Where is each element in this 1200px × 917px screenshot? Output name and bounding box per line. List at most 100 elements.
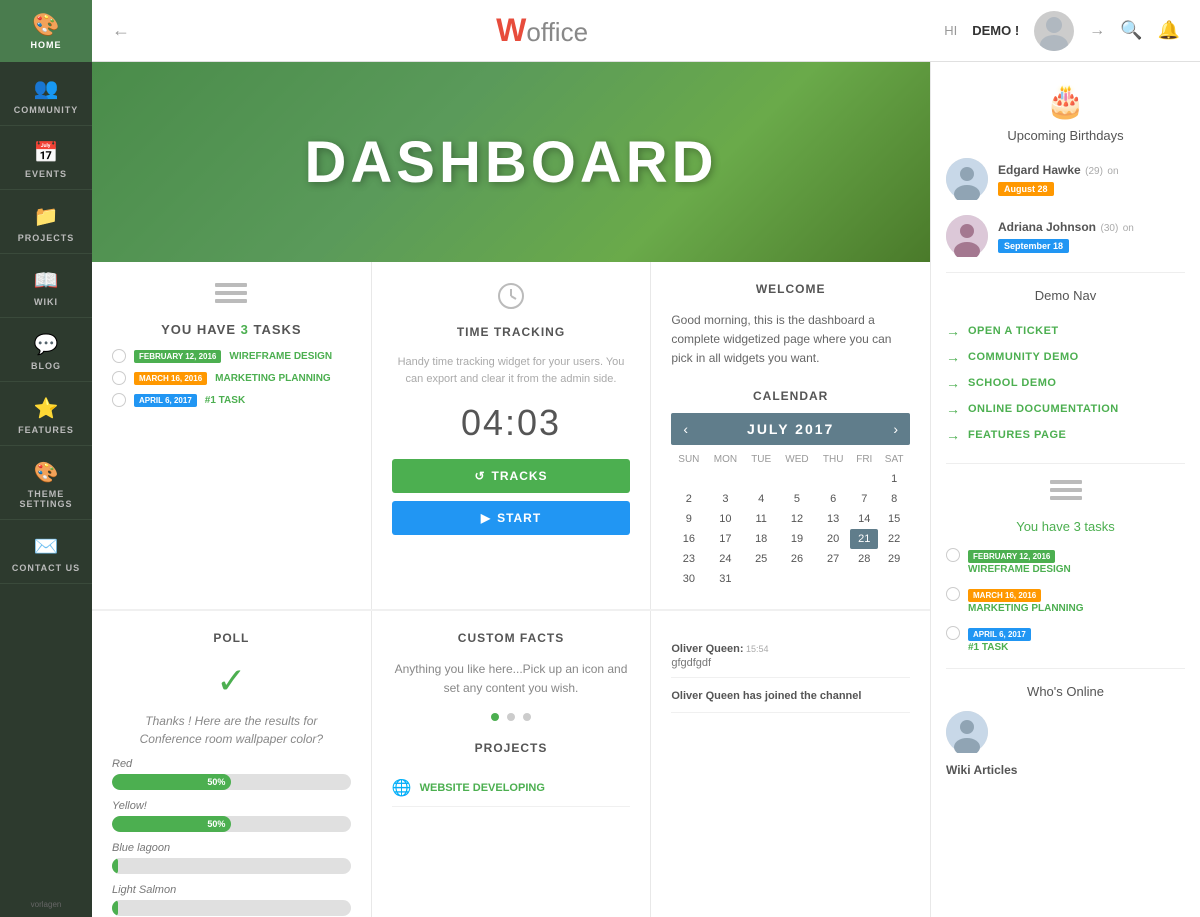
cal-day[interactable]: 30 bbox=[671, 569, 706, 589]
cal-day[interactable] bbox=[671, 469, 706, 489]
bell-icon[interactable]: 🔔 bbox=[1158, 20, 1180, 41]
nav-link-item[interactable]: →ONLINE DOCUMENTATION bbox=[946, 396, 1185, 422]
right-task-radio-3[interactable] bbox=[946, 626, 960, 640]
project-item-1[interactable]: 🌐 WEBSITE DEVELOPING bbox=[392, 770, 631, 807]
cal-day[interactable]: 19 bbox=[778, 529, 816, 549]
user-avatar[interactable] bbox=[1034, 11, 1074, 51]
cal-day[interactable]: 10 bbox=[706, 509, 744, 529]
cal-day[interactable] bbox=[850, 469, 878, 489]
cal-day[interactable] bbox=[744, 469, 777, 489]
tasks-widget: YOU HAVE 3 TASKS FEBRUARY 12, 2016 WIREF… bbox=[92, 262, 372, 609]
cal-day[interactable] bbox=[778, 569, 816, 589]
cal-day[interactable]: 14 bbox=[850, 509, 878, 529]
cal-day-wed: WED bbox=[778, 450, 816, 469]
task-badge-1: FEBRUARY 12, 2016 bbox=[134, 350, 221, 363]
header: ← Woffice HI DEMO ! → 🔍 🔔 bbox=[92, 0, 1200, 62]
dot-3[interactable] bbox=[523, 713, 531, 721]
dot-2[interactable] bbox=[507, 713, 515, 721]
cal-day[interactable]: 15 bbox=[878, 509, 910, 529]
cal-day-sun: SUN bbox=[671, 450, 706, 469]
dot-1[interactable] bbox=[491, 713, 499, 721]
poll-bar-container bbox=[112, 858, 351, 874]
cal-day[interactable]: 13 bbox=[816, 509, 850, 529]
cal-day[interactable] bbox=[850, 569, 878, 589]
cal-day[interactable]: 2 bbox=[671, 489, 706, 509]
cal-day[interactable]: 11 bbox=[744, 509, 777, 529]
sidebar-item-blog[interactable]: 💬 BLOG bbox=[0, 318, 92, 382]
cal-day[interactable]: 20 bbox=[816, 529, 850, 549]
sidebar-logo[interactable]: 🎨 HOME bbox=[0, 0, 92, 62]
calendar: ‹ JULY 2017 › SUN MON TUE WED bbox=[671, 413, 910, 589]
back-button[interactable]: ← bbox=[112, 20, 130, 41]
birthday-name-1: Edgard Hawke (29) on bbox=[998, 161, 1119, 179]
nav-link-item[interactable]: →OPEN A TICKET bbox=[946, 318, 1185, 344]
search-icon[interactable]: 🔍 bbox=[1120, 20, 1142, 41]
cal-day[interactable]: 22 bbox=[878, 529, 910, 549]
cal-day[interactable]: 3 bbox=[706, 489, 744, 509]
cal-day[interactable]: 24 bbox=[706, 549, 744, 569]
cal-day[interactable]: 8 bbox=[878, 489, 910, 509]
hi-text: HI bbox=[944, 23, 957, 38]
cal-day[interactable]: 26 bbox=[778, 549, 816, 569]
sidebar-item-projects[interactable]: 📁 PROJECTS bbox=[0, 190, 92, 254]
cal-day[interactable]: 28 bbox=[850, 549, 878, 569]
cal-day[interactable]: 23 bbox=[671, 549, 706, 569]
cal-day[interactable]: 25 bbox=[744, 549, 777, 569]
cal-day[interactable]: 16 bbox=[671, 529, 706, 549]
cal-day[interactable] bbox=[706, 469, 744, 489]
cal-day[interactable] bbox=[878, 569, 910, 589]
cal-day[interactable]: 27 bbox=[816, 549, 850, 569]
welcome-text: Good morning, this is the dashboard a co… bbox=[671, 311, 910, 369]
cal-day[interactable] bbox=[744, 569, 777, 589]
task-radio-3[interactable] bbox=[112, 393, 126, 407]
cal-day[interactable]: 17 bbox=[706, 529, 744, 549]
sidebar-item-features[interactable]: ⭐ FEATURES bbox=[0, 382, 92, 446]
tracks-button[interactable]: ↺ TRACKS bbox=[392, 459, 631, 493]
cal-next[interactable]: › bbox=[893, 421, 898, 437]
cal-day[interactable] bbox=[816, 469, 850, 489]
community-icon: 👥 bbox=[34, 76, 59, 101]
custom-facts-title: CUSTOM FACTS bbox=[392, 631, 631, 645]
sidebar-item-events[interactable]: 📅 EVENTS bbox=[0, 126, 92, 190]
task-radio-1[interactable] bbox=[112, 349, 126, 363]
right-task-radio-2[interactable] bbox=[946, 587, 960, 601]
cal-day[interactable]: 31 bbox=[706, 569, 744, 589]
cal-prev[interactable]: ‹ bbox=[683, 421, 688, 437]
task-radio-2[interactable] bbox=[112, 371, 126, 385]
forward-button[interactable]: → bbox=[1089, 22, 1105, 40]
start-button[interactable]: ▶ START bbox=[392, 501, 631, 535]
poll-option-label: Red bbox=[112, 758, 351, 770]
cal-day[interactable]: 5 bbox=[778, 489, 816, 509]
nav-link-item[interactable]: →COMMUNITY DEMO bbox=[946, 344, 1185, 370]
cal-day[interactable]: 9 bbox=[671, 509, 706, 529]
cal-day[interactable] bbox=[816, 569, 850, 589]
right-task-radio-1[interactable] bbox=[946, 548, 960, 562]
cal-day[interactable]: 12 bbox=[778, 509, 816, 529]
nav-link-item[interactable]: →FEATURES PAGE bbox=[946, 422, 1185, 448]
sidebar-item-wiki[interactable]: 📖 WIKI bbox=[0, 254, 92, 318]
custom-facts-widget: CUSTOM FACTS Anything you like here...Pi… bbox=[372, 611, 652, 917]
birthdays-title: Upcoming Birthdays bbox=[946, 128, 1185, 143]
cal-day[interactable]: 4 bbox=[744, 489, 777, 509]
cal-day-mon: MON bbox=[706, 450, 744, 469]
welcome-title: WELCOME bbox=[671, 282, 910, 296]
cal-day[interactable] bbox=[778, 469, 816, 489]
sidebar-item-contact-us[interactable]: ✉️ CONTACT US bbox=[0, 520, 92, 584]
sidebar-item-community[interactable]: 👥 COMMUNITY bbox=[0, 62, 92, 126]
birthday-info-1: Edgard Hawke (29) on August 28 bbox=[998, 161, 1119, 197]
cal-day[interactable]: 18 bbox=[744, 529, 777, 549]
nav-link-item[interactable]: →SCHOOL DEMO bbox=[946, 370, 1185, 396]
birthday-date-2: September 18 bbox=[998, 239, 1069, 253]
birthday-date-1: August 28 bbox=[998, 182, 1054, 196]
cal-day[interactable]: 1 bbox=[878, 469, 910, 489]
right-task-item-2: MARCH 16, 2016 MARKETING PLANNING bbox=[946, 585, 1185, 614]
cal-day[interactable]: 29 bbox=[878, 549, 910, 569]
birthday-avatar-1 bbox=[946, 158, 988, 200]
cal-day[interactable]: 7 bbox=[850, 489, 878, 509]
cal-day[interactable]: 6 bbox=[816, 489, 850, 509]
nav-links: →OPEN A TICKET→COMMUNITY DEMO→SCHOOL DEM… bbox=[946, 318, 1185, 448]
cal-day[interactable]: 21 bbox=[850, 529, 878, 549]
contact-icon: ✉️ bbox=[34, 534, 59, 559]
poll-option-label: Yellow! bbox=[112, 800, 351, 812]
sidebar-item-theme-settings[interactable]: 🎨 THEME SETTINGS bbox=[0, 446, 92, 520]
